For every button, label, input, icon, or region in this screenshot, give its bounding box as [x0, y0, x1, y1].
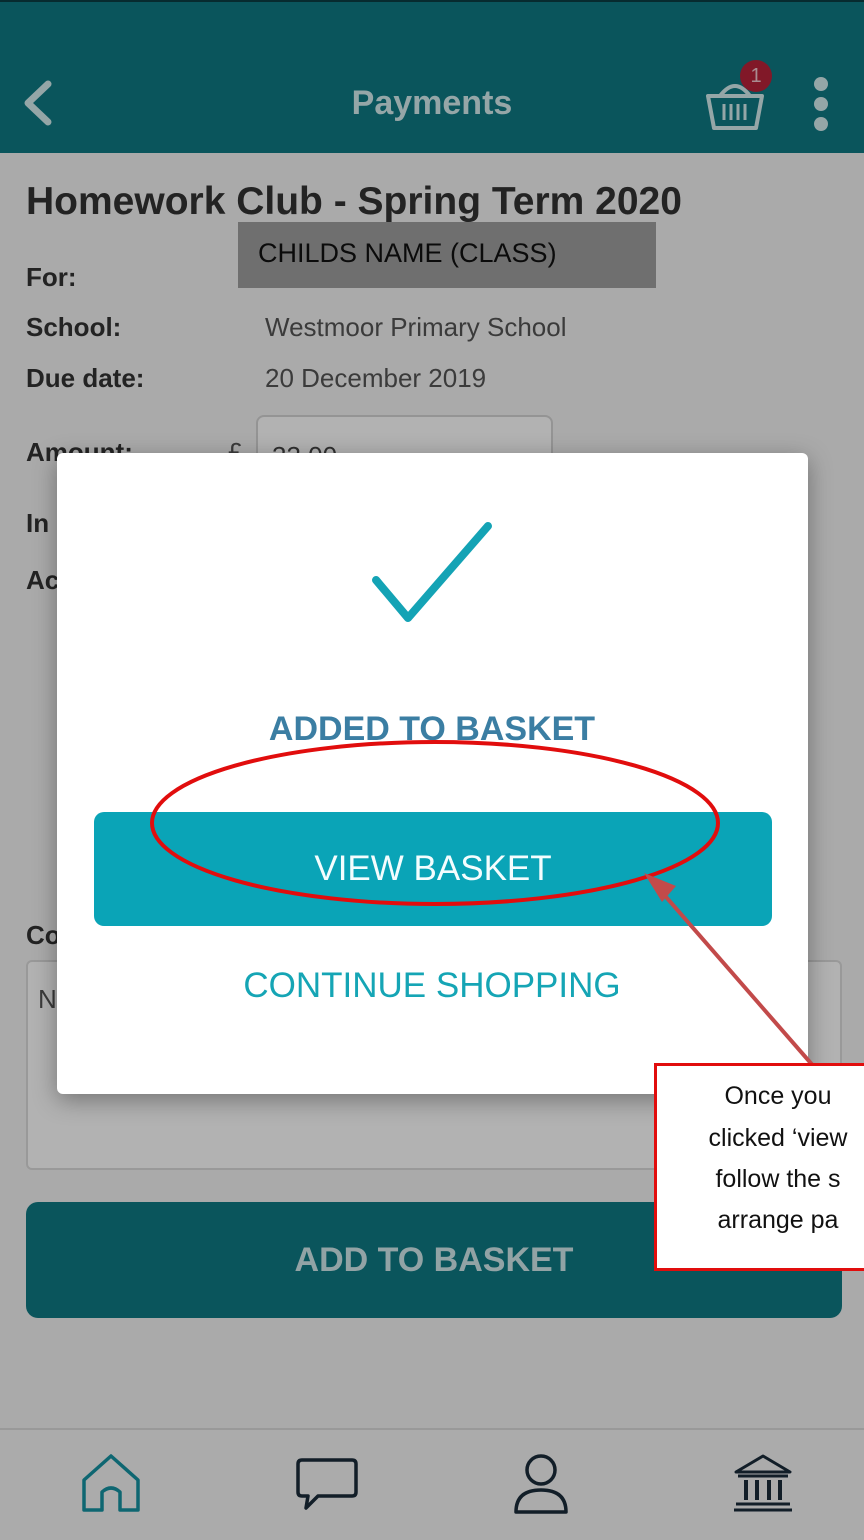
annotation-line: arrange pa — [717, 1206, 839, 1234]
annotation-line: follow the s — [715, 1165, 841, 1193]
annotation-line: clicked ‘view — [708, 1124, 848, 1152]
checkmark-icon — [372, 522, 492, 622]
highlight-ellipse — [150, 740, 720, 906]
annotation-note: Once you clicked ‘view follow the s arra… — [654, 1063, 864, 1271]
annotation-line: Once you — [724, 1082, 832, 1110]
continue-shopping-link[interactable]: CONTINUE SHOPPING — [0, 966, 864, 1006]
